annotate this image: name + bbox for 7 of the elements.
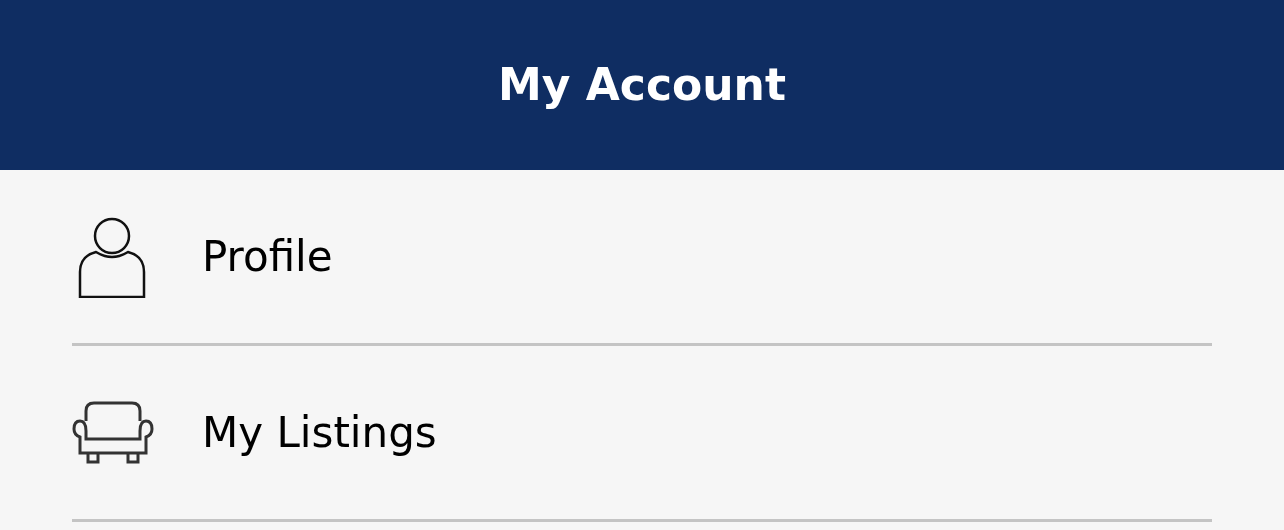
page-title: My Account	[498, 63, 786, 107]
menu-item[interactable]: Profile	[72, 170, 1212, 346]
menu-item[interactable]: My Listings	[72, 346, 1212, 522]
armchair-icon	[72, 400, 154, 465]
person-icon	[78, 215, 146, 298]
menu-label: My Listings	[202, 411, 437, 454]
menu-label: Profile	[202, 235, 333, 278]
